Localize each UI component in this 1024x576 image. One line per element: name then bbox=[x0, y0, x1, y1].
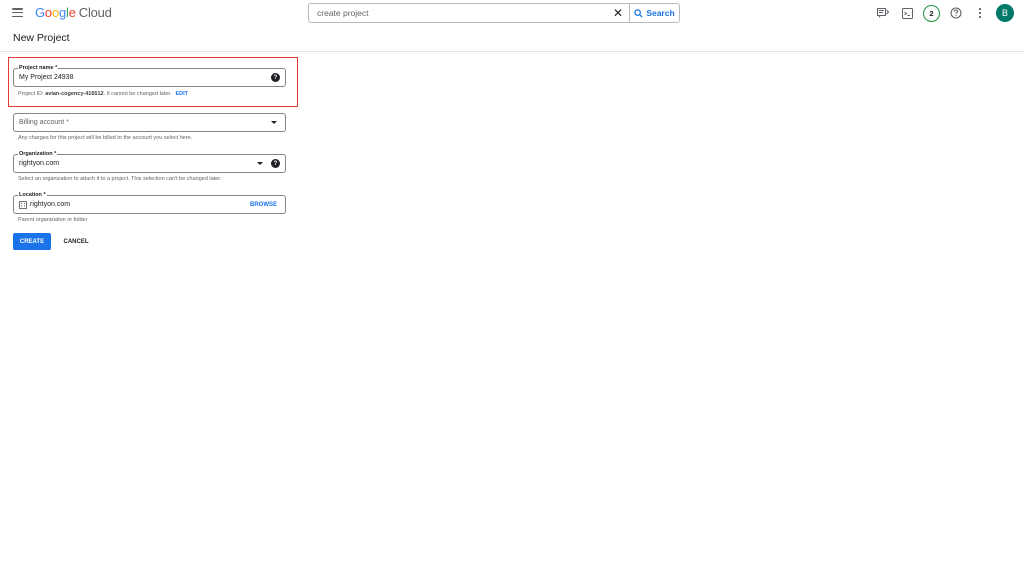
project-name-help-icon[interactable]: ? bbox=[271, 73, 280, 82]
create-button[interactable]: CREATE bbox=[13, 233, 51, 250]
search-button[interactable]: Search bbox=[629, 4, 679, 22]
header-divider bbox=[0, 51, 1024, 52]
billing-account-placeholder: Billing account * bbox=[19, 119, 69, 126]
account-avatar[interactable]: B bbox=[996, 4, 1014, 22]
organization-hint: Select an organization to attach it to a… bbox=[18, 176, 222, 182]
organization-label: Organization * bbox=[18, 150, 58, 158]
notifications-badge[interactable]: 2 bbox=[923, 4, 940, 22]
search-icon bbox=[634, 8, 643, 18]
location-value: rightyon.com bbox=[30, 201, 71, 208]
billing-hint: Any charges for this project will be bil… bbox=[18, 135, 193, 141]
project-name-value[interactable]: My Project 24938 bbox=[14, 74, 271, 81]
clear-search-icon[interactable]: ✕ bbox=[607, 4, 629, 22]
project-id: avian-cogency-416512 bbox=[45, 91, 104, 97]
billing-account-select[interactable]: Billing account * bbox=[13, 113, 286, 132]
page-title: New Project bbox=[13, 32, 70, 44]
help-icon[interactable] bbox=[948, 5, 964, 21]
project-id-hint: Project ID: avian-cogency-416512. It can… bbox=[18, 91, 189, 97]
cloud-shell-icon[interactable] bbox=[899, 5, 915, 21]
location-label: Location * bbox=[18, 191, 47, 199]
hamburger-menu-icon[interactable] bbox=[12, 8, 23, 18]
top-icons: 2 B bbox=[875, 4, 1014, 22]
organization-value: rightyon.com bbox=[19, 160, 60, 167]
top-bar: GoogleCloud ✕ Search 2 B bbox=[0, 0, 1024, 26]
more-options-icon[interactable] bbox=[972, 5, 988, 21]
organization-select[interactable]: Organization * rightyon.com ? bbox=[13, 150, 286, 173]
chevron-down-icon[interactable] bbox=[271, 121, 277, 124]
building-icon bbox=[19, 200, 27, 209]
edit-project-id-link[interactable]: EDIT bbox=[176, 91, 189, 97]
organization-help-icon[interactable]: ? bbox=[271, 159, 280, 168]
chevron-down-icon[interactable] bbox=[257, 162, 263, 165]
search-input[interactable] bbox=[309, 4, 607, 22]
location-hint: Parent organization or folder bbox=[18, 217, 88, 223]
cancel-button[interactable]: CANCEL bbox=[57, 233, 95, 250]
search-bar: ✕ Search bbox=[308, 3, 680, 23]
project-name-field[interactable]: Project name * My Project 24938 ? bbox=[13, 64, 286, 87]
location-field[interactable]: Location * rightyon.com BROWSE bbox=[13, 191, 286, 214]
feedback-icon[interactable] bbox=[875, 5, 891, 21]
project-name-label: Project name * bbox=[18, 64, 59, 72]
google-cloud-logo[interactable]: Google Cloud bbox=[35, 5, 112, 21]
browse-button[interactable]: BROWSE bbox=[250, 202, 277, 208]
